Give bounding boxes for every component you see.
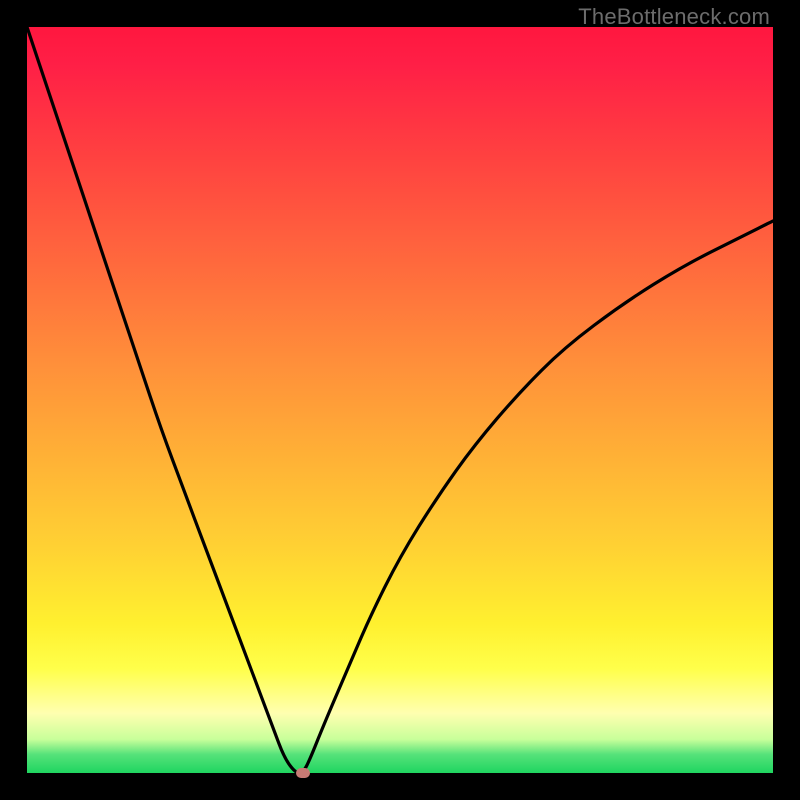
bottleneck-curve	[27, 27, 773, 773]
watermark-text: TheBottleneck.com	[578, 4, 770, 30]
chart-frame: TheBottleneck.com	[0, 0, 800, 800]
optimum-marker	[296, 768, 310, 778]
plot-area	[27, 27, 773, 773]
